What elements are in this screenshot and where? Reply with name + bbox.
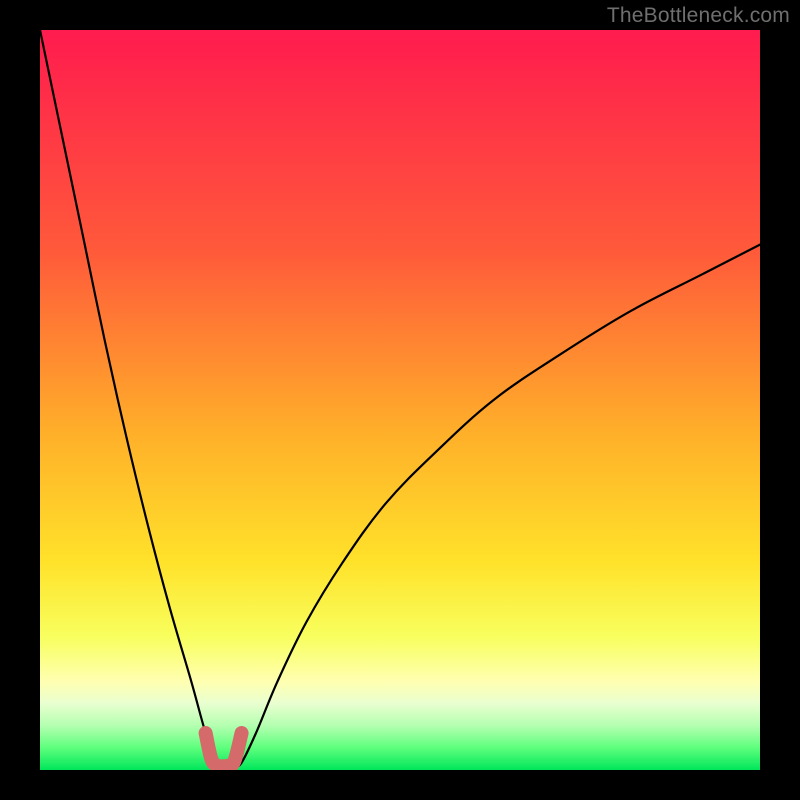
- bottleneck-chart: [40, 30, 760, 770]
- watermark-text: TheBottleneck.com: [607, 4, 790, 28]
- chart-frame: TheBottleneck.com: [0, 0, 800, 800]
- chart-background: [40, 30, 760, 770]
